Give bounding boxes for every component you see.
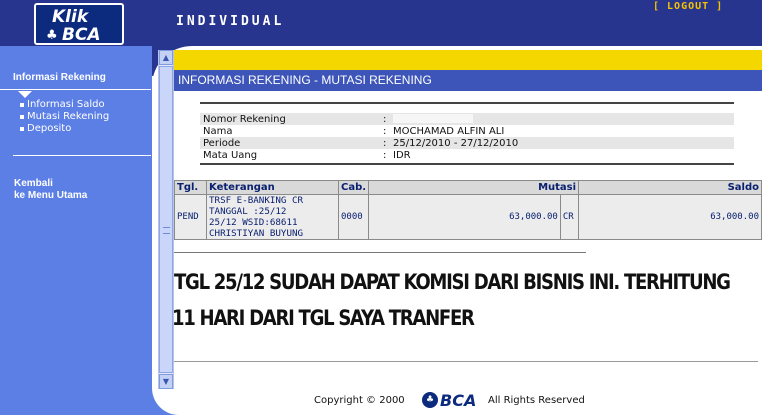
bca-mark-icon: ♣ [46,28,58,43]
account-name-value: MOCHAMAD ALFIN ALI [393,125,505,137]
cell-tgl: PEND [174,194,207,240]
accent-bar [174,50,762,70]
sidebar-item-deposito[interactable]: Deposito [20,123,109,135]
back-link-line2: ke Menu Utama [14,190,88,201]
back-link-line1: Kembali [14,178,53,189]
divider [174,252,586,253]
transactions-table: Tgl. Keterangan Cab. Mutasi Saldo PEND T… [174,180,762,240]
klikbca-logo[interactable]: Klik ♣ BCA [34,3,124,45]
cell-type: CR [559,194,580,240]
expand-triangle-icon [18,91,32,98]
divider [200,102,734,104]
keterangan-line: CHRISTIYAN BUYUNG [209,228,304,239]
keterangan-line: 25/12 WSID:68611 [209,217,298,228]
field-sep: : [380,113,390,125]
logout-link[interactable]: [ LOGOUT ] [653,1,723,12]
annotation-line-2: 11 HARI DARI TGL SAYA TRANFER [172,306,475,330]
col-header-cab: Cab. [337,180,370,195]
scroll-down-icon[interactable]: ▼ [159,374,173,389]
sidebar-item-informasi-saldo[interactable]: Informasi Saldo [20,99,109,111]
account-row: Nama : MOCHAMAD ALFIN ALI [200,125,734,137]
field-sep: : [383,149,387,161]
bullet-icon [20,115,24,119]
bca-footer-logo: ♣ BCA [422,391,482,410]
scroll-up-icon[interactable]: ▲ [159,50,173,65]
divider [200,163,734,165]
bullet-icon [20,103,24,107]
table-row: PEND TRSF E-BANKING CR TANGGAL :25/12 25… [174,194,762,240]
account-number-value [390,113,734,125]
page-title: INFORMASI REKENING - MUTASI REKENING [178,73,432,87]
field-label: Mata Uang [203,149,258,161]
keterangan-line: TANGGAL :25/12 [209,206,287,217]
field-sep: : [380,137,390,149]
account-row: Periode : 25/12/2010 - 27/12/2010 [200,137,734,149]
sidebar-item-label: Mutasi Rekening [27,111,110,122]
sidebar-divider [13,155,151,156]
field-sep: : [383,125,387,137]
field-label: Nama [203,125,233,137]
divider [174,361,758,362]
cell-keterangan: TRSF E-BANKING CR TANGGAL :25/12 25/12 W… [206,194,339,240]
period-value: 25/12/2010 - 27/12/2010 [390,137,734,149]
account-row: Nomor Rekening : [200,113,734,125]
logo-text-bottom: BCA [62,25,101,45]
field-label: Nomor Rekening [200,113,380,125]
table-header-row: Tgl. Keterangan Cab. Mutasi Saldo [174,180,762,195]
cell-cab: 0000 [337,194,370,240]
rights-text: All Rights Reserved [488,395,585,406]
currency-value: IDR [393,149,411,161]
annotation-line-1: TGL 25/12 SUDAH DAPAT KOMISI DARI BISNIS… [174,270,731,294]
col-header-keterangan: Keterangan [206,180,339,195]
footer-curve-cut [152,388,252,415]
col-header-tgl: Tgl. [174,180,207,195]
page-title-bar: INFORMASI REKENING - MUTASI REKENING [174,70,762,91]
grip-icon [163,227,170,234]
col-header-mutasi: Mutasi [368,180,580,195]
sidebar-item-mutasi-rekening[interactable]: Mutasi Rekening [20,111,109,123]
account-row: Mata Uang : IDR [200,149,734,161]
keterangan-line: TRSF E-BANKING CR [209,195,304,206]
bullet-icon [20,127,24,131]
copyright-text: Copyright © 2000 [314,395,405,406]
sidebar-divider [0,89,151,90]
cell-mutasi: 63,000.00 [368,194,561,240]
header-title: INDIVIDUAL [176,14,285,29]
redacted-account-number [393,114,473,123]
bca-logo-icon: ♣ [422,392,438,408]
bca-footer-text: BCA [440,391,477,410]
col-header-saldo: Saldo [578,180,762,195]
account-info-table: Nomor Rekening : Nama : MOCHAMAD ALFIN A… [200,113,734,161]
logo-text-top: Klik [52,7,89,27]
sidebar-item-label: Deposito [27,123,72,134]
sidebar-item-label: Informasi Saldo [27,99,105,110]
vertical-scrollbar[interactable]: ▲ ▼ [158,50,174,389]
cell-saldo: 63,000.00 [578,194,762,240]
scroll-thumb[interactable] [159,66,173,373]
field-label: Periode [200,137,380,149]
sidebar-menu: Informasi Saldo Mutasi Rekening Deposito [20,99,109,135]
back-to-main-menu-link[interactable]: Kembali ke Menu Utama [14,178,87,202]
sidebar-section-title[interactable]: Informasi Rekening [13,72,106,83]
